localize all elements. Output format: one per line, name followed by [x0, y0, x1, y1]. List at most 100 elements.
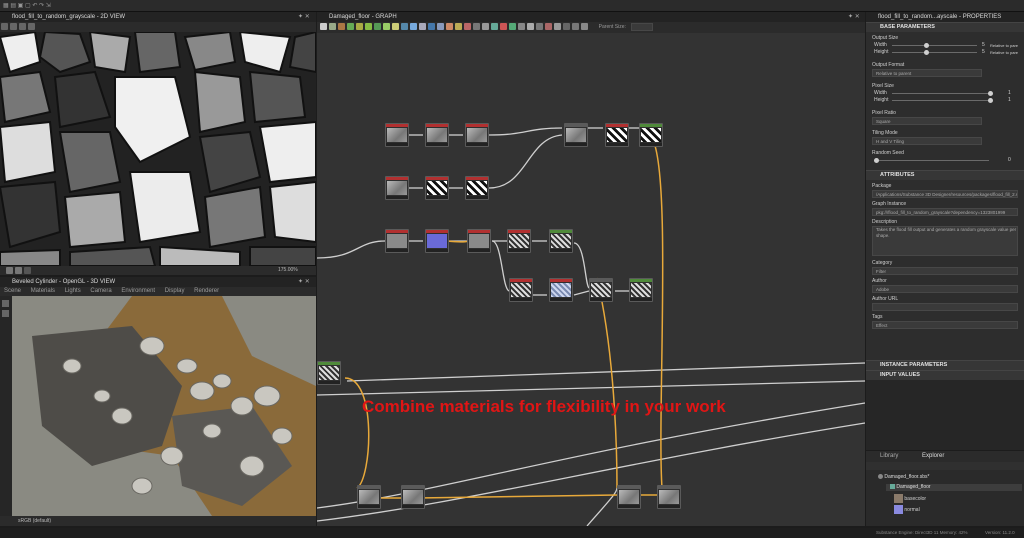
- node-caption: [426, 143, 448, 146]
- graph-header: Damaged_floor - GRAPH: [317, 12, 865, 22]
- view3d-tool-icon-2[interactable]: [2, 310, 9, 317]
- pixel-ratio-dropdown[interactable]: Square: [872, 117, 982, 125]
- view3d-close-icon[interactable]: ✦ ✕: [298, 278, 310, 285]
- package-label: Package: [872, 183, 892, 189]
- statusbar-engine: Substance Engine: Direct3D 11 Memory: 42…: [876, 530, 968, 535]
- node-caption: [386, 249, 408, 252]
- node-title-bar: [590, 279, 612, 282]
- node-thumbnail: [641, 128, 661, 142]
- tab-library[interactable]: Library: [880, 453, 898, 459]
- package-field[interactable]: /Applications/Substance 3D Designer/reso…: [872, 190, 1018, 198]
- view3d-menu-camera[interactable]: Camera: [90, 287, 111, 296]
- grayscale-shapes-image: [0, 32, 316, 266]
- graph-node[interactable]: [589, 278, 613, 302]
- explorer-package[interactable]: Damaged_floor.sbs*: [878, 474, 929, 481]
- graph-node[interactable]: [385, 123, 409, 147]
- view2d-close-icon[interactable]: ✦ ✕: [298, 13, 310, 20]
- author-url-field[interactable]: [872, 303, 1018, 311]
- graph-canvas[interactable]: [317, 33, 865, 526]
- graph-node[interactable]: [507, 229, 531, 253]
- explorer-graph[interactable]: Damaged_floor: [886, 484, 1022, 491]
- graph-node[interactable]: [629, 278, 653, 302]
- graph-node[interactable]: [467, 229, 491, 253]
- graph-node[interactable]: [657, 485, 681, 509]
- explorer-tabs: Library Explorer: [866, 451, 1024, 462]
- node-caption: [630, 298, 652, 301]
- node-thumbnail: [359, 490, 379, 504]
- graph-node[interactable]: [385, 176, 409, 200]
- toolbar-icons[interactable]: ▦ ▤ ▣ ▢ ↶ ↷ ⇲: [3, 2, 51, 9]
- graph-node[interactable]: [357, 485, 381, 509]
- output-format-dropdown[interactable]: Relative to parent: [872, 69, 982, 77]
- explorer-package-name: Damaged_floor.sbs*: [884, 474, 930, 480]
- pixel-width-slider[interactable]: [892, 91, 993, 96]
- main-toolbar: ▦ ▤ ▣ ▢ ↶ ↷ ⇲: [0, 0, 1024, 12]
- view3d-menu-environment[interactable]: Environment: [121, 287, 155, 296]
- node-caption: [402, 505, 424, 508]
- instance-params-section[interactable]: INSTANCE PARAMETERS: [866, 360, 1024, 370]
- input-values-section[interactable]: INPUT VALUES: [866, 370, 1024, 380]
- tags-field[interactable]: Effect: [872, 321, 1018, 329]
- attributes-section[interactable]: ATTRIBUTES: [866, 170, 1024, 180]
- graph-close-icon[interactable]: ✦ ✕: [848, 13, 860, 20]
- author-field[interactable]: Adobe: [872, 285, 1018, 293]
- graph-node[interactable]: [465, 123, 489, 147]
- node-thumbnail: [631, 283, 651, 297]
- output-height-slider[interactable]: [892, 50, 977, 55]
- graph-node[interactable]: [564, 123, 588, 147]
- graph-node[interactable]: [425, 229, 449, 253]
- graph-node[interactable]: [509, 278, 533, 302]
- node-title-bar: [630, 279, 652, 282]
- description-field[interactable]: Takes the flood fill output and generate…: [872, 226, 1018, 256]
- node-title-bar: [510, 279, 532, 282]
- graph-instance-label: Graph Instance: [872, 201, 907, 207]
- node-caption: [466, 143, 488, 146]
- author-label: Author: [872, 278, 887, 284]
- output-height-value: 5: [982, 49, 985, 55]
- graph-node[interactable]: [425, 176, 449, 200]
- node-caption: [318, 381, 340, 384]
- tiling-mode-label: Tiling Mode: [872, 130, 898, 136]
- statusbar-version: Version: 11.2.0: [985, 530, 1015, 535]
- graph-node[interactable]: [605, 123, 629, 147]
- pixel-height-slider[interactable]: [892, 98, 993, 103]
- graph-node[interactable]: [425, 123, 449, 147]
- view3d-colorspace[interactable]: sRGB (default): [18, 518, 51, 524]
- view3d-tool-icon[interactable]: [2, 300, 9, 307]
- view3d-menu-renderer[interactable]: Renderer: [194, 287, 219, 296]
- view3d-menu-lights[interactable]: Lights: [65, 287, 81, 296]
- tab-explorer[interactable]: Explorer: [922, 453, 944, 459]
- view3d-menu-materials[interactable]: Materials: [31, 287, 55, 296]
- node-caption: [550, 298, 572, 301]
- category-field[interactable]: Filter: [872, 267, 1018, 275]
- node-title-bar: [466, 177, 488, 180]
- node-caption: [386, 143, 408, 146]
- explorer-output-normal[interactable]: normal: [894, 505, 920, 514]
- tiling-mode-dropdown[interactable]: H and V Tiling: [872, 137, 982, 145]
- view3d-menubar: Scene Materials Lights Camera Environmen…: [0, 287, 316, 296]
- output-width-slider[interactable]: [892, 43, 977, 48]
- node-thumbnail: [319, 366, 339, 380]
- node-title-bar: [550, 230, 572, 233]
- view2d-canvas[interactable]: [0, 32, 316, 266]
- node-caption: [658, 505, 680, 508]
- node-caption: [426, 196, 448, 199]
- graph-node[interactable]: [639, 123, 663, 147]
- explorer-output-basecolor[interactable]: basecolor: [894, 494, 926, 503]
- graph-node[interactable]: [317, 361, 341, 385]
- view3d-canvas[interactable]: [12, 296, 316, 516]
- view2d-zoom[interactable]: 175.00%: [278, 267, 298, 273]
- base-params-section[interactable]: BASE PARAMETERS: [866, 22, 1024, 32]
- graph-node[interactable]: [549, 278, 573, 302]
- graph-node[interactable]: [549, 229, 573, 253]
- output-format-label: Output Format: [872, 62, 905, 68]
- view3d-menu-display[interactable]: Display: [165, 287, 185, 296]
- view3d-menu-scene[interactable]: Scene: [4, 287, 21, 296]
- graph-node[interactable]: [385, 229, 409, 253]
- graph-node[interactable]: [617, 485, 641, 509]
- graph-instance-field[interactable]: pkg:///flood_fill_to_random_grayscale?de…: [872, 208, 1018, 216]
- graph-node[interactable]: [465, 176, 489, 200]
- random-seed-slider[interactable]: [874, 158, 989, 163]
- graph-node[interactable]: [401, 485, 425, 509]
- parent-size-dropdown[interactable]: [630, 22, 653, 31]
